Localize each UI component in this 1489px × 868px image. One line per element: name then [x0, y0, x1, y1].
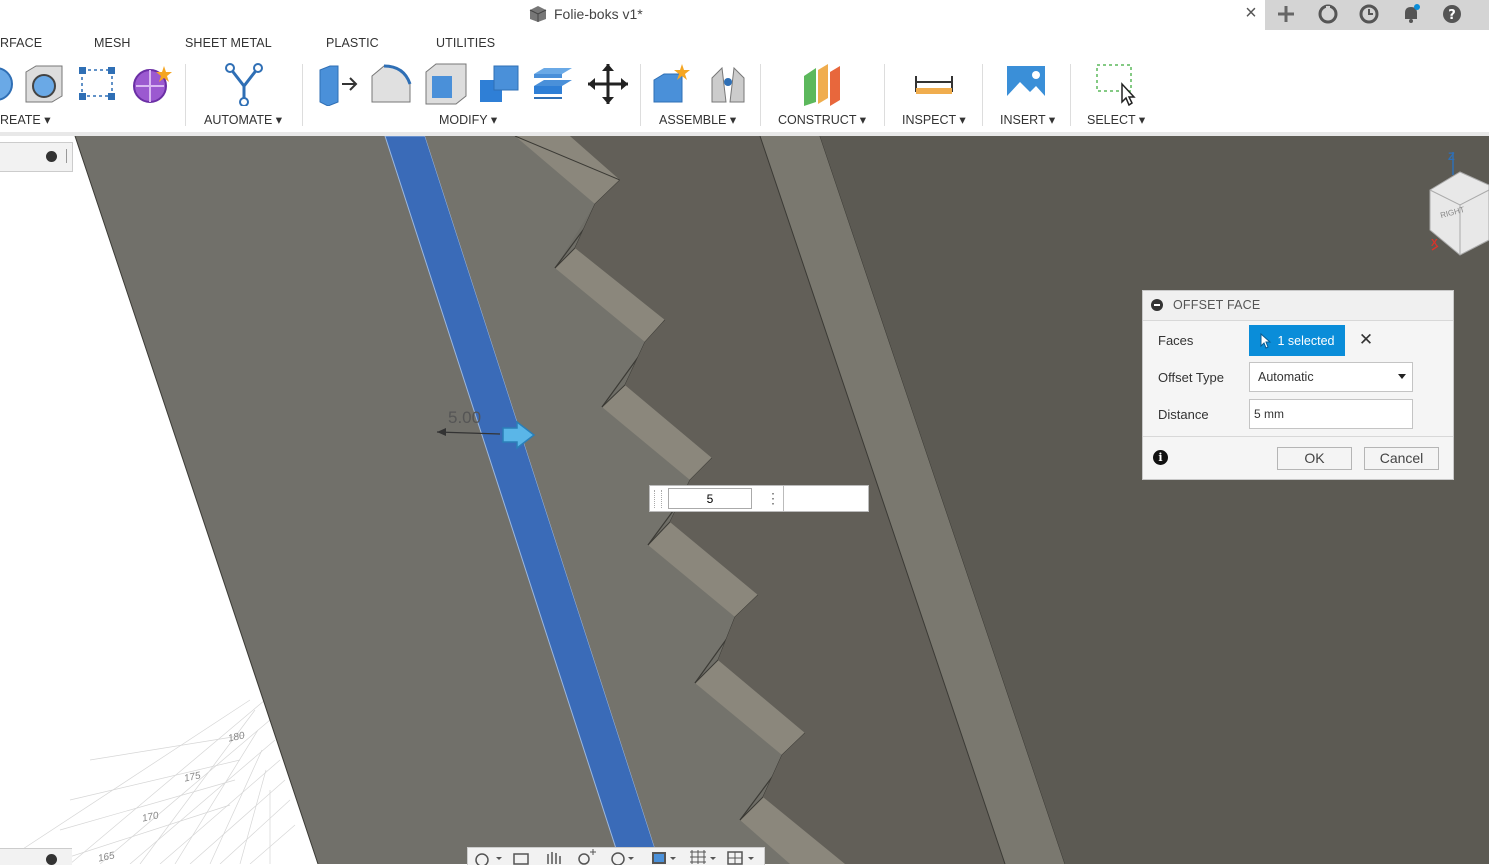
expand-icon[interactable]: [46, 854, 57, 865]
shell-icon[interactable]: [424, 62, 468, 106]
joint-icon[interactable]: [706, 62, 750, 106]
toolbar-divider: [640, 64, 641, 126]
orbit-icon[interactable]: [475, 853, 502, 867]
tab-utilities[interactable]: UTILITIES: [436, 36, 495, 50]
group-select[interactable]: SELECT ▾: [1087, 112, 1145, 127]
display-settings-icon[interactable]: [652, 852, 676, 864]
svg-text:?: ?: [1448, 8, 1456, 23]
group-assemble[interactable]: ASSEMBLE ▾: [659, 112, 736, 127]
axis-x-label: X: [1431, 238, 1438, 249]
toolbar-divider: [1070, 64, 1071, 126]
fillet-icon[interactable]: [370, 62, 414, 106]
window-select-icon[interactable]: [1094, 62, 1138, 106]
toolbar-divider: [884, 64, 885, 126]
dialog-header: OFFSET FACE: [1143, 291, 1453, 321]
ok-button[interactable]: OK: [1277, 447, 1352, 470]
offset-type-dropdown[interactable]: Automatic: [1249, 362, 1413, 392]
tab-plastic[interactable]: PLASTIC: [326, 36, 379, 50]
toolbar-divider: [302, 64, 303, 126]
collapse-dialog-icon[interactable]: [1151, 299, 1163, 311]
job-status-icon[interactable]: [1358, 3, 1380, 25]
resize-handle[interactable]: [66, 149, 67, 163]
form-icon[interactable]: [130, 62, 174, 106]
cancel-button[interactable]: Cancel: [1364, 447, 1439, 470]
cursor-icon: [1260, 332, 1271, 349]
dimension-label: 5.00: [448, 408, 482, 427]
document-title: Folie-boks v1*: [528, 4, 643, 24]
measure-icon[interactable]: [912, 62, 956, 106]
title-right-toolbar: ?: [1265, 0, 1489, 30]
construct-plane-icon[interactable]: [800, 62, 844, 106]
pan-icon[interactable]: [547, 852, 561, 864]
distance-input[interactable]: [1249, 399, 1413, 429]
dropdown-caret-icon: [1398, 374, 1406, 379]
axis-z-label: Z: [1448, 151, 1455, 163]
more-options-icon[interactable]: ⋮: [766, 489, 780, 509]
hole-icon[interactable]: [22, 62, 66, 106]
tab-surface[interactable]: RFACE: [0, 36, 42, 50]
group-create[interactable]: REATE ▾: [0, 112, 51, 127]
revolve-icon[interactable]: [0, 62, 14, 106]
group-automate[interactable]: AUTOMATE ▾: [204, 112, 282, 127]
zoom-icon[interactable]: [578, 849, 596, 865]
document-box-icon: [529, 6, 547, 22]
navigation-bar: [467, 847, 765, 867]
close-tab-icon[interactable]: ×: [1240, 2, 1262, 24]
distance-label: Distance: [1158, 407, 1209, 422]
group-inspect[interactable]: INSPECT ▾: [902, 112, 966, 127]
drag-handle[interactable]: [654, 490, 662, 508]
faces-selection-count: 1 selected: [1277, 333, 1335, 348]
group-construct[interactable]: CONSTRUCT ▾: [778, 112, 866, 127]
document-title-text: Folie-boks v1*: [554, 6, 643, 22]
clear-selection-icon[interactable]: ✕: [1357, 329, 1375, 351]
offset-face-icon[interactable]: [532, 62, 576, 106]
faces-selection-button[interactable]: 1 selected: [1249, 325, 1345, 356]
move-icon[interactable]: [586, 62, 630, 106]
faces-label: Faces: [1158, 333, 1194, 348]
new-tab-icon[interactable]: [1275, 3, 1297, 25]
inline-distance-box: ⋮: [649, 485, 869, 512]
browser-panel-header[interactable]: [0, 142, 73, 172]
combine-icon[interactable]: [478, 62, 522, 106]
toolbar-divider: [982, 64, 983, 126]
grid-settings-icon[interactable]: [690, 850, 716, 864]
tab-sheet-metal[interactable]: SHEET METAL: [185, 36, 272, 50]
comments-panel-header[interactable]: [0, 848, 72, 865]
insert-image-icon[interactable]: [1004, 62, 1048, 106]
dialog-title: OFFSET FACE: [1173, 298, 1261, 312]
extensions-icon[interactable]: [1317, 3, 1339, 25]
offset-type-value: Automatic: [1258, 370, 1314, 384]
info-icon[interactable]: i: [1153, 450, 1168, 465]
group-insert[interactable]: INSERT ▾: [1000, 112, 1055, 127]
dialog-divider: [1143, 436, 1453, 437]
inline-distance-input[interactable]: [668, 488, 752, 509]
automate-icon[interactable]: [222, 62, 266, 106]
help-icon[interactable]: ?: [1441, 3, 1463, 25]
offset-face-dialog: OFFSET FACE Faces 1 selected ✕ Offset Ty…: [1142, 290, 1454, 480]
fit-icon[interactable]: [611, 852, 634, 866]
toolbar-divider: [185, 64, 186, 126]
inline-divider: [783, 486, 784, 511]
group-modify[interactable]: MODIFY ▾: [439, 112, 497, 127]
viewports-icon[interactable]: [727, 851, 754, 865]
new-component-icon[interactable]: [652, 62, 696, 106]
look-at-icon[interactable]: [513, 853, 529, 865]
collapse-icon[interactable]: [46, 151, 57, 162]
toolbar-divider: [760, 64, 761, 126]
offset-type-label: Offset Type: [1158, 370, 1225, 385]
sketch-dimension-icon[interactable]: [76, 62, 120, 106]
tab-mesh[interactable]: MESH: [94, 36, 131, 50]
press-pull-icon[interactable]: [316, 62, 360, 106]
notifications-icon[interactable]: [1400, 3, 1422, 25]
